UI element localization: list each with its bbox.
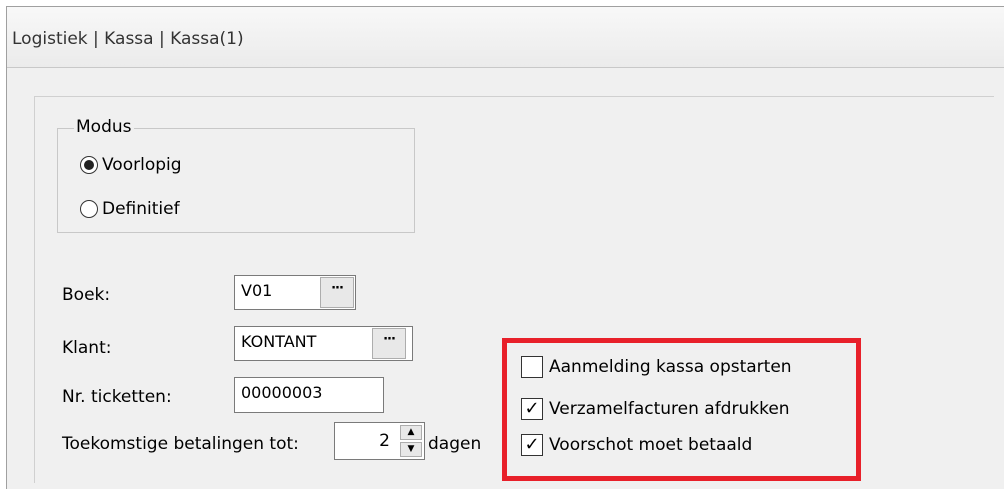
- days-value: 2: [379, 431, 390, 451]
- checkbox-aanmelding[interactable]: Aanmelding kassa opstarten: [521, 356, 792, 378]
- days-spinner[interactable]: 2 ▲ ▼: [334, 422, 425, 460]
- checkmark-icon[interactable]: ✓: [521, 398, 543, 420]
- tickets-label: Nr. ticketten:: [62, 387, 172, 407]
- checkbox-label: Aanmelding kassa opstarten: [549, 357, 792, 377]
- tickets-field[interactable]: 00000003: [234, 377, 384, 413]
- future-payments-label: Toekomstige betalingen tot:: [62, 434, 299, 454]
- klant-browse-button[interactable]: ···: [372, 328, 406, 359]
- radio-button-icon[interactable]: [80, 156, 98, 174]
- window-title: Logistiek | Kassa | Kassa(1): [12, 29, 244, 49]
- klant-label: Klant:: [62, 338, 112, 358]
- boek-browse-button[interactable]: ···: [320, 277, 354, 308]
- spin-down-icon[interactable]: ▼: [400, 442, 422, 457]
- checkbox-label: Voorschot moet betaald: [549, 435, 753, 455]
- radio-label: Definitief: [102, 199, 180, 219]
- title-bar: Logistiek | Kassa | Kassa(1): [7, 7, 1004, 68]
- radio-label: Voorlopig: [102, 155, 182, 175]
- checkbox-empty-icon[interactable]: [521, 356, 543, 378]
- spin-up-icon[interactable]: ▲: [400, 425, 422, 440]
- checkmark-icon[interactable]: ✓: [521, 434, 543, 456]
- checkbox-label: Verzamelfacturen afdrukken: [549, 399, 790, 419]
- radio-voorlopig[interactable]: Voorlopig: [80, 155, 182, 175]
- days-suffix: dagen: [428, 434, 482, 454]
- spin-buttons: ▲ ▼: [400, 425, 422, 457]
- modus-legend: Modus: [74, 117, 134, 137]
- radio-button-icon[interactable]: [80, 200, 98, 218]
- checkbox-verzamelfacturen[interactable]: ✓ Verzamelfacturen afdrukken: [521, 398, 790, 420]
- boek-label: Boek:: [62, 285, 111, 305]
- radio-definitief[interactable]: Definitief: [80, 199, 180, 219]
- checkbox-voorschot[interactable]: ✓ Voorschot moet betaald: [521, 434, 752, 456]
